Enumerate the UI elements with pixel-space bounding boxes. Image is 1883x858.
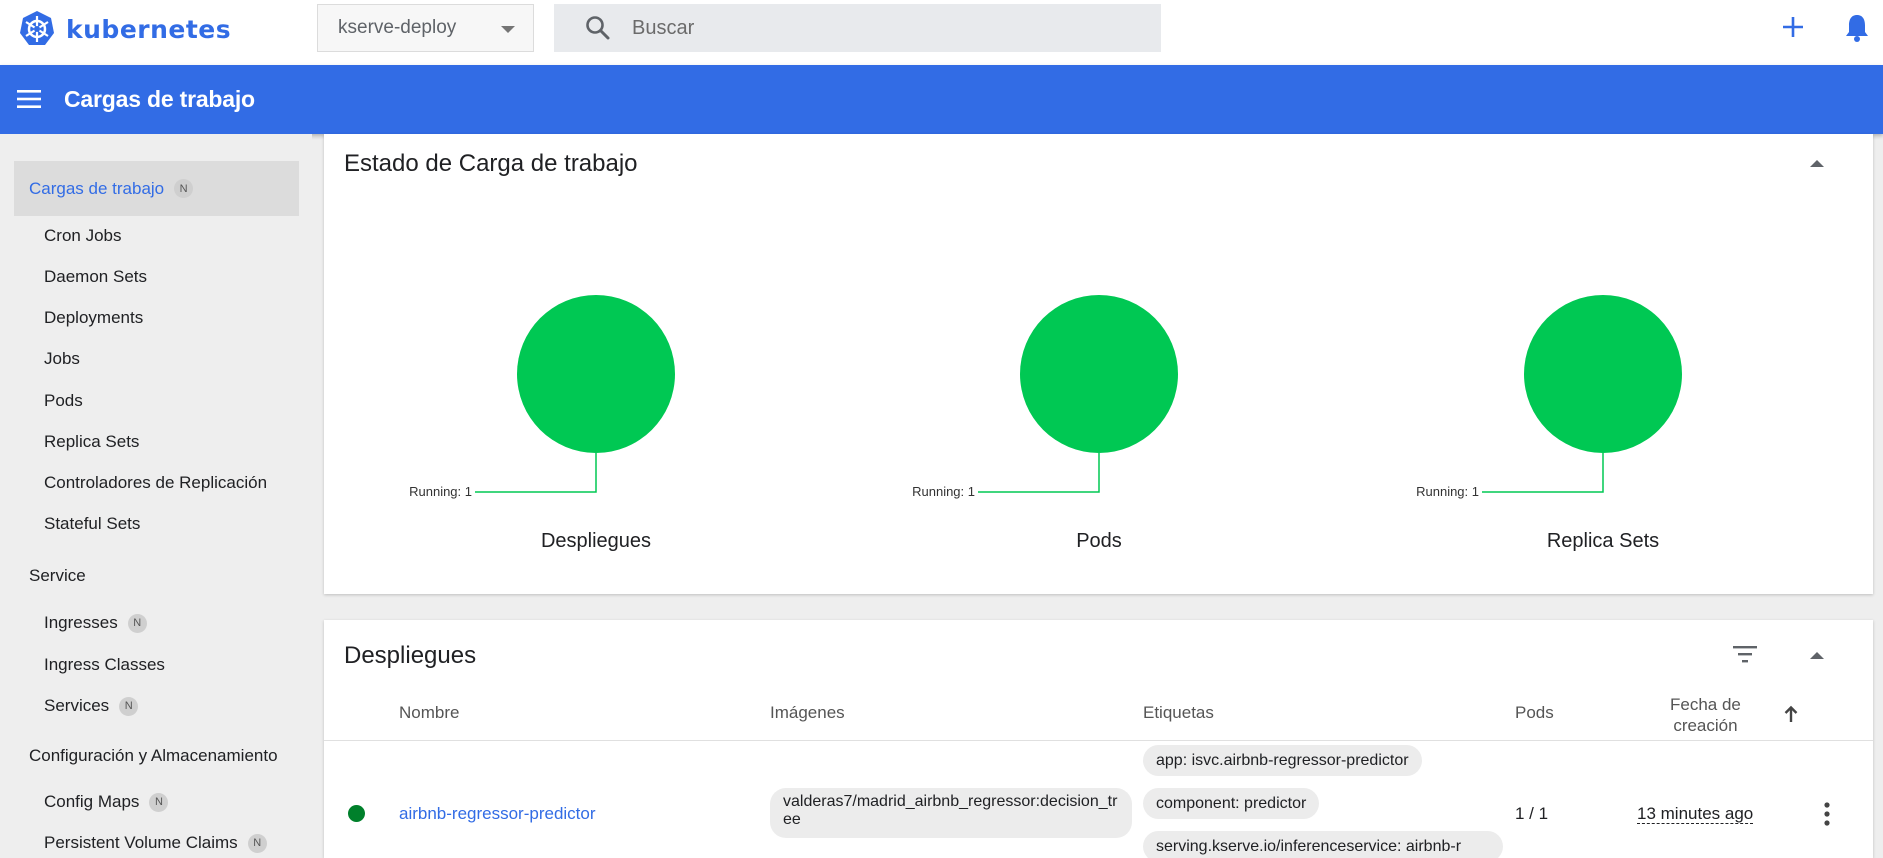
creation-age: 13 minutes ago [1637,804,1754,824]
column-header-created[interactable]: Fecha de creación [1670,694,1741,736]
sidebar: Cargas de trabajo N Cron Jobs Daemon Set… [0,134,312,858]
search-icon [586,16,610,40]
namespaced-badge: N [127,613,147,633]
running-slice [517,295,675,453]
sidebar-item-services[interactable]: Services N [44,696,139,716]
leader-line [978,453,1100,493]
sidebar-item-label: Replica Sets [44,432,140,451]
sidebar-item-label: Persistent Volume Claims [44,833,238,852]
collapse-icon[interactable] [1810,160,1824,167]
pods-count: 1 / 1 [1515,804,1549,823]
running-label: Running: 1 [912,484,975,499]
sidebar-item-label: Cargas de trabajo [29,178,165,198]
image-chip: valderas7/madrid_airbnb_regressor:decisi… [770,788,1132,838]
namespaced-badge: N [174,179,194,198]
sidebar-item-ingresses[interactable]: Ingresses N [44,613,147,633]
top-bar: kubernetes kserve-deploy [0,0,1883,65]
pods-pie-chart: Running: 1 [912,295,1178,499]
chart-caption: Replica Sets [1546,530,1660,552]
column-header-pods: Pods [1515,703,1554,722]
sidebar-item-label: Config Maps [44,792,140,811]
running-status-icon [348,805,365,822]
hamburger-menu-icon[interactable] [17,89,41,109]
namespaced-badge: N [247,833,267,853]
pods-status-chart: Running: 1 Pods [899,134,1199,594]
deployment-name-link[interactable]: airbnb-regressor-predictor [399,804,596,824]
page-title: Cargas de trabajo [64,86,255,112]
sidebar-item-replication-controllers[interactable]: Controladores de Replicación [44,473,267,493]
label-chip: serving.kserve.io/inferenceservice: airb… [1143,831,1503,858]
sidebar-item-daemon-sets[interactable]: Daemon Sets [44,267,147,287]
namespaced-badge: N [149,792,169,812]
sidebar-item-label: Jobs [44,349,80,368]
namespace-value: kserve-deploy [338,17,457,38]
label-chip: component: predictor [1143,788,1320,819]
sidebar-item-pods[interactable]: Pods [44,391,83,411]
sidebar-item-label: Ingresses [44,613,118,632]
column-header-labels: Etiquetas [1143,703,1214,722]
sidebar-item-label: Pods [44,391,83,410]
namespace-selector[interactable]: kserve-deploy [317,4,534,52]
leader-line [475,453,597,493]
column-header-created-line2: creación [1673,716,1738,735]
column-header-images: Imágenes [770,703,845,722]
kubernetes-logo[interactable]: kubernetes [18,10,231,48]
sidebar-item-label: Daemon Sets [44,267,147,286]
chart-caption: Pods [1076,530,1122,552]
workload-status-card: Estado de Carga de trabajo Running: 1 De… [324,134,1873,594]
deployments-status-chart: Running: 1 Despliegues [396,134,696,594]
deployments-title: Despliegues [344,642,477,669]
chart-caption: Despliegues [540,530,652,552]
search-bar[interactable] [554,4,1161,52]
sidebar-item-stateful-sets[interactable]: Stateful Sets [44,514,140,534]
sidebar-item-persistent-volume-claims[interactable]: Persistent Volume Claims N [44,833,267,853]
more-actions-icon[interactable] [1824,802,1830,826]
running-slice [1020,295,1178,453]
sort-ascending-arrow-icon[interactable] [1784,705,1798,723]
replica-sets-pie-chart: Running: 1 [1416,295,1682,499]
running-label: Running: 1 [409,484,472,499]
sidebar-item-config-maps[interactable]: Config Maps N [44,792,169,812]
sidebar-item-label: Ingress Classes [44,655,165,674]
app-bar: Cargas de trabajo [0,65,1883,134]
namespaced-badge: N [119,696,139,716]
logo-text: kubernetes [66,14,232,44]
sidebar-item-label: Services [44,696,110,715]
column-header-name[interactable]: Nombre [399,703,459,723]
leader-line [1482,453,1604,493]
filter-icon[interactable] [1732,644,1758,664]
column-header-created-line1: Fecha de [1670,695,1741,714]
collapse-icon[interactable] [1810,652,1824,659]
sidebar-section-config-storage: Configuración y Almacenamiento [29,746,278,765]
sidebar-item-label: Controladores de Replicación [44,473,268,492]
sidebar-item-cron-jobs[interactable]: Cron Jobs [44,226,121,246]
dropdown-caret-icon [501,26,515,33]
sidebar-item-ingress-classes[interactable]: Ingress Classes [44,655,165,675]
table-header-divider [324,740,1873,741]
running-slice [1524,295,1682,453]
sidebar-item-label: Cron Jobs [44,226,122,245]
sidebar-item-deployments[interactable]: Deployments [44,308,143,328]
replica-sets-status-chart: Running: 1 Replica Sets [1403,134,1703,594]
search-input[interactable] [632,16,1112,40]
notifications-bell-icon[interactable] [1842,12,1872,44]
deployments-pie-chart: Running: 1 [409,295,675,499]
label-chip: app: isvc.airbnb-regressor-predictor [1143,745,1422,776]
sidebar-item-workloads[interactable]: Cargas de trabajo N [14,161,299,216]
sidebar-section-service: Service [29,566,86,585]
sidebar-item-label: Stateful Sets [44,514,141,533]
sidebar-item-label: Deployments [44,308,144,327]
kubernetes-helm-icon [20,11,54,45]
create-resource-plus-icon[interactable] [1778,12,1808,42]
running-label: Running: 1 [1416,484,1479,499]
sidebar-item-jobs[interactable]: Jobs [44,349,80,369]
sidebar-item-replica-sets[interactable]: Replica Sets [44,432,139,452]
deployments-card: Despliegues Nombre Imágenes Etiquetas Po… [324,620,1873,858]
